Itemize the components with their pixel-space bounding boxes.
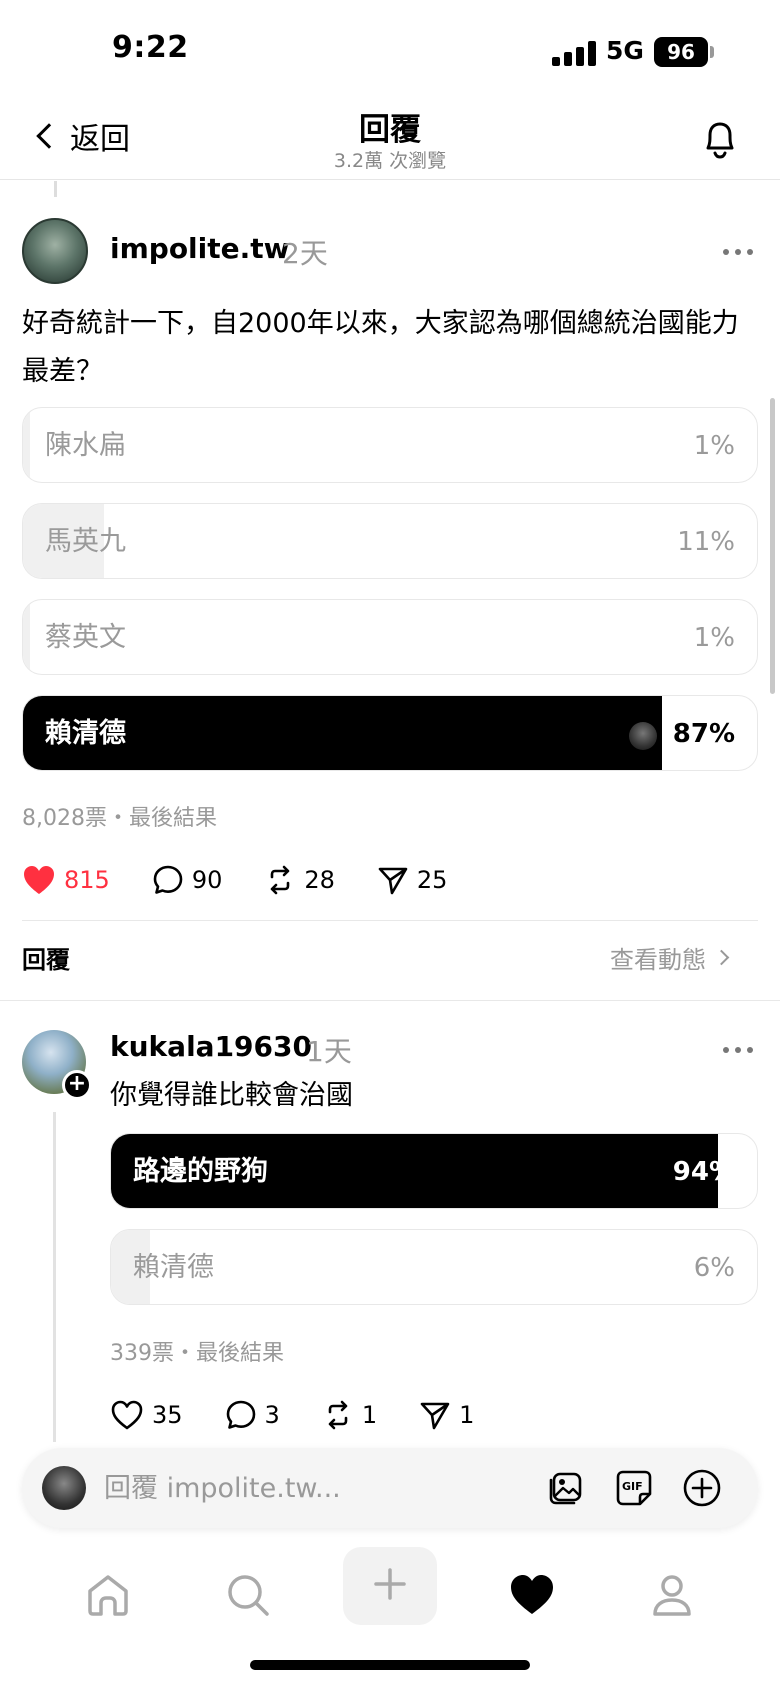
send-icon: [377, 864, 409, 896]
share-button[interactable]: 25: [377, 864, 448, 896]
send-icon: [419, 1399, 451, 1431]
repost-count: 1: [361, 1401, 378, 1429]
thread-line: [53, 1112, 56, 1442]
home-indicator: [250, 1660, 530, 1670]
poll-option[interactable]: 馬英九 11%: [22, 503, 758, 579]
comment-button[interactable]: 3: [225, 1399, 280, 1431]
poll-option-label: 蔡英文: [45, 622, 126, 653]
network-type: 5G: [606, 36, 644, 65]
heart-icon: [22, 864, 56, 896]
voter-avatar: [629, 722, 657, 750]
bottom-nav: [0, 1545, 780, 1635]
scrollbar[interactable]: [770, 398, 775, 694]
poll-option-percent: 11%: [677, 527, 735, 557]
poll-fill: [23, 408, 31, 482]
poll-option[interactable]: 蔡英文 1%: [22, 599, 758, 675]
composer-avatar: [42, 1466, 86, 1510]
follow-plus-icon[interactable]: +: [62, 1070, 92, 1100]
repost-button[interactable]: 28: [264, 864, 335, 896]
reply-composer: GIF: [22, 1448, 758, 1528]
signal-icon: [552, 40, 596, 66]
post-username[interactable]: impolite.tw: [110, 232, 290, 265]
post-time: 2天: [282, 237, 328, 270]
heart-filled-icon[interactable]: [502, 1565, 562, 1625]
top-bar: 返回 回覆 3.2萬 次瀏覽: [0, 100, 780, 180]
poll-option-label: 賴清德: [133, 1252, 214, 1283]
status-time: 9:22: [112, 30, 189, 65]
divider: [0, 1000, 780, 1001]
like-button[interactable]: 35: [110, 1399, 183, 1431]
comment-icon: [152, 864, 184, 896]
divider: [22, 920, 758, 921]
comment-icon: [225, 1399, 257, 1431]
poll-option-percent: 94%: [672, 1157, 735, 1187]
page-title: 回覆: [359, 112, 421, 148]
repost-button[interactable]: 1: [322, 1399, 377, 1431]
reply-input[interactable]: [104, 1448, 464, 1528]
poll-option[interactable]: 賴清德 6%: [110, 1229, 758, 1305]
poll-option-label: 賴清德: [45, 718, 126, 749]
share-count: 25: [416, 866, 448, 894]
comment-count: 3: [264, 1401, 280, 1429]
bell-icon[interactable]: [700, 118, 740, 162]
plus-circle-icon[interactable]: [682, 1468, 722, 1508]
repost-count: 28: [304, 866, 335, 894]
share-count: 1: [459, 1401, 475, 1429]
poll-option-percent: 87%: [672, 719, 735, 749]
reply-username[interactable]: kukala19630: [110, 1030, 312, 1063]
poll-option-percent: 6%: [693, 1253, 735, 1283]
gif-icon[interactable]: GIF: [614, 1468, 654, 1508]
poll-meta: 339票・最後結果: [110, 1341, 284, 1366]
heart-icon: [110, 1399, 144, 1431]
plus-icon: [372, 1566, 408, 1606]
battery-tip: [710, 46, 714, 58]
poll-option-percent: 1%: [693, 623, 735, 653]
repost-icon: [322, 1399, 354, 1431]
view-count: 3.2萬 次瀏覽: [333, 150, 447, 172]
poll-option-label: 馬英九: [45, 526, 126, 557]
poll-option-percent: 1%: [693, 431, 735, 461]
post-actions: 815 90 28 25: [22, 860, 447, 900]
poll-meta: 8,028票・最後結果: [22, 806, 217, 831]
reply-text: 你覺得誰比較會治國: [110, 1080, 353, 1111]
repost-icon: [264, 864, 296, 896]
poll-option[interactable]: 陳水扁 1%: [22, 407, 758, 483]
poll-option-winner[interactable]: 路邊的野狗 94%: [110, 1133, 758, 1209]
view-activity-link[interactable]: 查看動態: [610, 940, 730, 975]
home-icon[interactable]: [78, 1565, 138, 1625]
like-button[interactable]: 815: [22, 864, 110, 896]
replies-heading: 回覆: [22, 946, 70, 974]
comment-count: 90: [191, 866, 223, 894]
post-text: 好奇統計一下，自2000年以來，大家認為哪個總統治國能力最差？: [22, 308, 739, 387]
share-button[interactable]: 1: [419, 1399, 474, 1431]
poll-option-label: 陳水扁: [45, 430, 126, 461]
like-count: 35: [152, 1401, 183, 1429]
poll-option-winner[interactable]: 賴清德 87%: [22, 695, 758, 771]
more-icon[interactable]: [723, 247, 753, 257]
poll-option-label: 路邊的野狗: [133, 1156, 268, 1187]
image-icon[interactable]: [546, 1468, 586, 1508]
reply-time: 1天: [306, 1035, 352, 1068]
reply-actions: 35 3 1 1: [110, 1395, 474, 1435]
chevron-right-icon: [713, 949, 730, 966]
view-activity-label: 查看動態: [610, 946, 706, 974]
avatar[interactable]: [22, 218, 88, 284]
new-post-button[interactable]: [343, 1547, 437, 1625]
comment-button[interactable]: 90: [152, 864, 223, 896]
like-count: 815: [64, 866, 110, 894]
search-icon[interactable]: [218, 1565, 278, 1625]
thread-line-top: [54, 181, 57, 197]
more-icon[interactable]: [723, 1045, 753, 1055]
poll-fill: [23, 600, 31, 674]
battery-icon: 96: [654, 37, 708, 67]
profile-icon[interactable]: [642, 1565, 702, 1625]
svg-text:GIF: GIF: [622, 1480, 643, 1493]
status-bar: 9:22 5G 96: [0, 0, 780, 100]
